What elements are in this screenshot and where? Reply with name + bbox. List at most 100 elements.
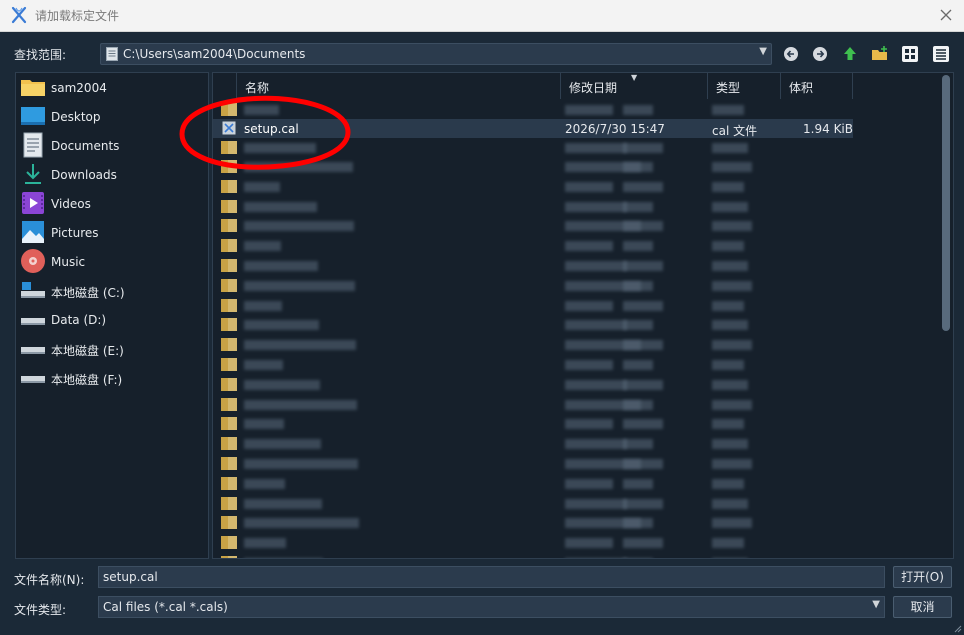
folder-icon xyxy=(221,103,237,116)
blurred-text xyxy=(623,360,653,370)
blurred-text xyxy=(623,182,663,192)
blurred-text xyxy=(712,320,748,330)
blurred-text xyxy=(712,202,748,212)
sidebar-item-videos[interactable]: Videos xyxy=(20,190,204,216)
open-button[interactable]: 打开(O) xyxy=(893,566,952,588)
column-header-name[interactable]: 名称 xyxy=(237,73,561,99)
list-item[interactable] xyxy=(213,157,853,176)
blurred-text xyxy=(712,340,752,350)
folder-icon xyxy=(221,180,237,193)
list-item[interactable] xyxy=(213,533,853,552)
parent-directory-icon[interactable] xyxy=(840,44,860,64)
list-item[interactable] xyxy=(213,138,853,157)
filename-input[interactable] xyxy=(98,566,885,588)
list-item[interactable] xyxy=(213,395,853,414)
videos-icon xyxy=(22,192,44,214)
blurred-text xyxy=(623,202,653,212)
list-item[interactable] xyxy=(213,236,853,255)
list-item[interactable] xyxy=(213,513,853,532)
blurred-text xyxy=(565,538,613,548)
sidebar-item-home[interactable]: sam2004 xyxy=(20,74,204,100)
cal-file-icon xyxy=(222,121,236,135)
folder-icon xyxy=(221,437,237,450)
window-title: 请加载标定文件 xyxy=(35,9,120,23)
list-item[interactable] xyxy=(213,276,853,295)
blurred-text xyxy=(712,261,748,271)
list-item[interactable] xyxy=(213,315,853,334)
folder-icon xyxy=(221,536,237,549)
blurred-text xyxy=(623,439,653,449)
blurred-text xyxy=(623,241,653,251)
folder-icon xyxy=(221,358,237,371)
file-row-selected[interactable]: setup.cal 2026/7/30 15:47 cal 文件 1.94 Ki… xyxy=(213,119,853,138)
close-icon[interactable] xyxy=(936,5,956,25)
blurred-text xyxy=(244,261,318,271)
blurred-text xyxy=(565,380,627,390)
blurred-text xyxy=(244,241,281,251)
sort-indicator-icon: ▼ xyxy=(631,73,638,82)
blurred-text xyxy=(712,538,744,548)
blurred-text xyxy=(623,538,663,548)
blurred-text xyxy=(712,499,748,509)
column-header-size[interactable]: 体积 xyxy=(781,73,853,99)
sidebar-item-drive-c[interactable]: 本地磁盘 (C:) xyxy=(20,277,204,303)
blurred-text xyxy=(623,380,663,390)
list-item[interactable] xyxy=(213,434,853,453)
list-item[interactable] xyxy=(213,553,853,559)
scrollbar-thumb[interactable] xyxy=(942,75,950,331)
folder-icon xyxy=(221,279,237,292)
column-header-type[interactable]: 类型 xyxy=(708,73,781,99)
list-item[interactable] xyxy=(213,375,853,394)
list-item[interactable] xyxy=(213,177,853,196)
blurred-text xyxy=(565,320,627,330)
folder-icon xyxy=(221,219,237,232)
folder-icon xyxy=(221,200,237,213)
file-list[interactable]: 名称 修改日期 类型 体积 ▼ setup.cal 2026/7/30 15:4… xyxy=(212,72,954,559)
resize-grip-icon[interactable] xyxy=(952,623,962,633)
path-combobox[interactable]: C:\Users\sam2004\Documents ▼ xyxy=(100,43,772,65)
cancel-button[interactable]: 取消 xyxy=(893,596,952,618)
sidebar-item-pictures[interactable]: Pictures xyxy=(20,219,204,245)
filetype-combobox[interactable]: Cal files (*.cal *.cals) ▼ xyxy=(98,596,885,618)
blurred-text xyxy=(712,105,744,115)
blurred-text xyxy=(244,202,317,212)
list-item[interactable] xyxy=(213,494,853,513)
list-item[interactable] xyxy=(213,414,853,433)
vertical-scrollbar[interactable] xyxy=(942,75,950,557)
icon-view-icon[interactable] xyxy=(900,44,920,64)
blurred-text xyxy=(244,182,280,192)
sidebar-item-drive-e[interactable]: 本地磁盘 (E:) xyxy=(20,335,204,361)
blurred-text xyxy=(623,221,663,231)
blurred-text xyxy=(565,143,627,153)
look-in-label: 查找范围: xyxy=(14,48,67,62)
blurred-text xyxy=(712,400,752,410)
new-folder-icon[interactable] xyxy=(870,44,890,64)
sidebar-item-documents[interactable]: Documents xyxy=(20,132,204,158)
sidebar-item-desktop[interactable]: Desktop xyxy=(20,103,204,129)
blurred-text xyxy=(244,221,354,231)
sidebar-item-drive-d[interactable]: Data (D:) xyxy=(20,306,204,332)
sidebar-item-downloads[interactable]: Downloads xyxy=(20,161,204,187)
sidebar-item-drive-f[interactable]: 本地磁盘 (F:) xyxy=(20,364,204,390)
back-icon[interactable] xyxy=(781,44,801,64)
list-item[interactable] xyxy=(213,296,853,315)
blurred-text xyxy=(712,419,744,429)
list-item[interactable] xyxy=(213,216,853,235)
detail-view-icon[interactable] xyxy=(931,44,951,64)
blurred-text xyxy=(712,182,744,192)
file-type: cal 文件 xyxy=(712,124,758,138)
sidebar-item-music[interactable]: Music xyxy=(20,248,204,274)
blurred-text xyxy=(623,518,653,528)
forward-icon[interactable] xyxy=(810,44,830,64)
list-item[interactable] xyxy=(213,474,853,493)
list-item[interactable] xyxy=(213,256,853,275)
list-item[interactable] xyxy=(213,197,853,216)
list-item[interactable] xyxy=(213,335,853,354)
list-item[interactable] xyxy=(213,100,853,119)
blurred-text xyxy=(623,143,663,153)
list-item[interactable] xyxy=(213,454,853,473)
places-sidebar: sam2004 Desktop Documents Downloads Vide… xyxy=(15,72,209,559)
list-item[interactable] xyxy=(213,355,853,374)
filename-label: 文件名称(N): xyxy=(14,573,85,587)
blurred-text xyxy=(712,558,748,559)
